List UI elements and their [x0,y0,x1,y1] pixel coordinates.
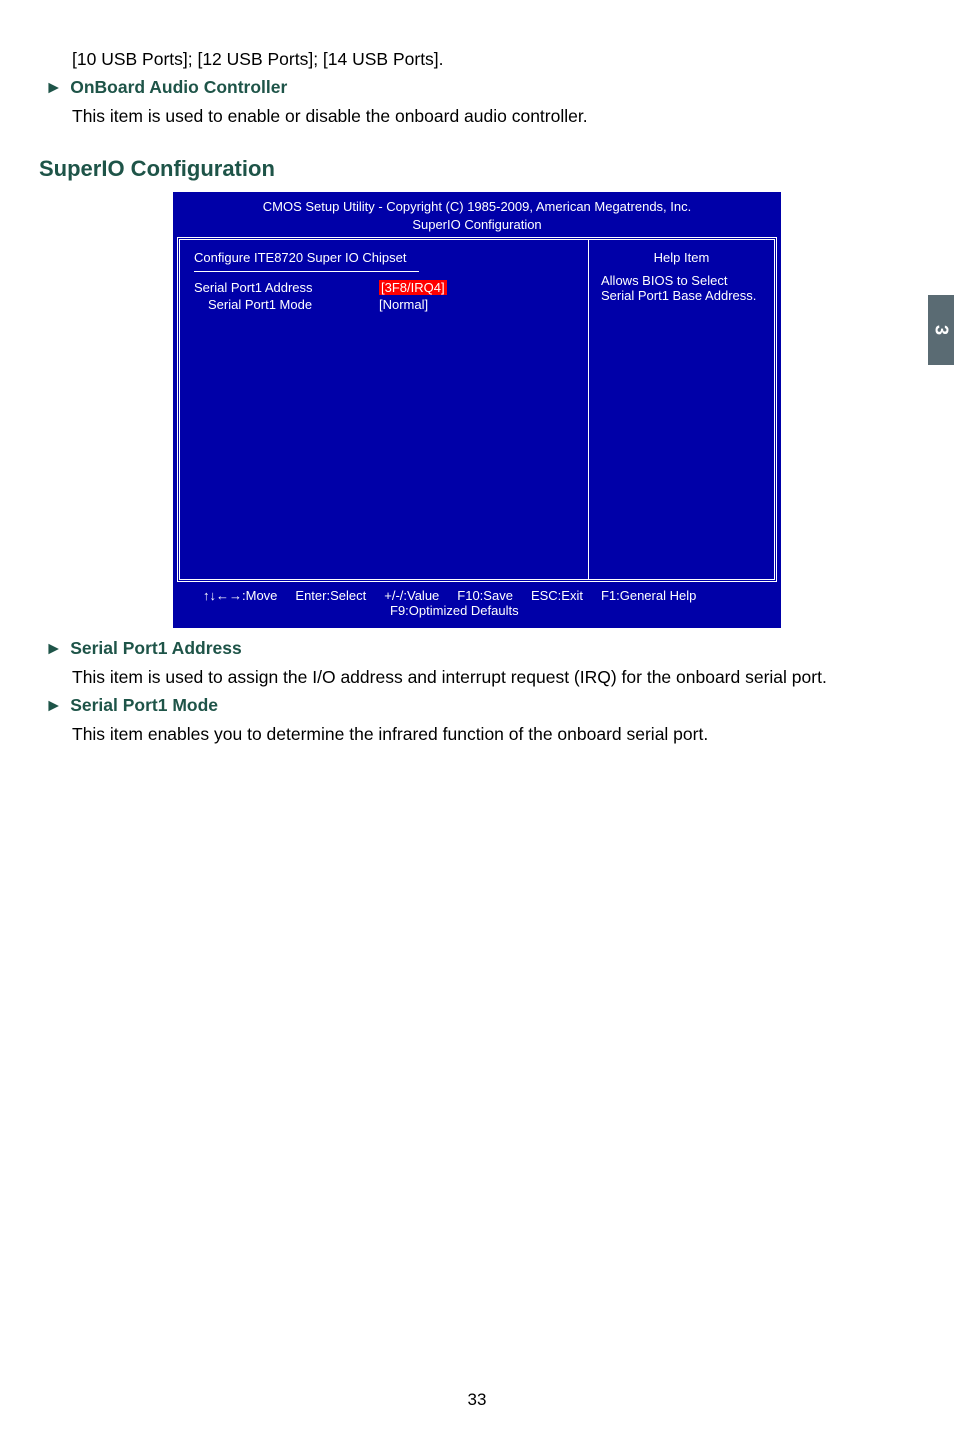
arrow-icon: ► [45,77,62,98]
bios-row-label: Serial Port1 Address [194,280,379,295]
bios-row-value: [3F8/IRQ4] [379,280,447,295]
page-number: 33 [0,1390,954,1410]
bios-header: CMOS Setup Utility - Copyright (C) 1985-… [173,192,781,237]
arrow-icon: ► [45,638,62,659]
item-onboard-audio: ► OnBoard Audio Controller [45,77,934,98]
bios-key-enter: Enter:Select [295,588,366,603]
chapter-tab: 3 [928,295,954,365]
item-serial-mode-title: Serial Port1 Mode [70,695,218,715]
bios-row-label: Serial Port1 Mode [194,297,379,312]
bios-left-panel: Configure ITE8720 Super IO Chipset Seria… [180,240,589,579]
bios-row-serial-mode[interactable]: Serial Port1 Mode [Normal] [194,297,574,312]
bios-screenshot: CMOS Setup Utility - Copyright (C) 1985-… [173,192,781,628]
bios-key-f10: F10:Save [457,588,513,603]
bios-key-f9: F9:Optimized Defaults [203,603,767,618]
bios-inner: Configure ITE8720 Super IO Chipset Seria… [177,237,777,582]
page-content: [10 USB Ports]; [12 USB Ports]; [14 USB … [0,0,954,748]
bios-row-serial-addr[interactable]: Serial Port1 Address [3F8/IRQ4] [194,280,574,295]
usb-ports-options: [10 USB Ports]; [12 USB Ports]; [14 USB … [72,45,934,73]
bios-key-esc: ESC:Exit [531,588,583,603]
bios-header-line2: SuperIO Configuration [173,216,781,234]
bios-footer: ↑↓←→:Move Enter:Select +/-/:Value F10:Sa… [173,582,781,628]
bios-key-value: +/-/:Value [384,588,439,603]
item-serial-mode: ► Serial Port1 Mode [45,695,934,716]
bios-key-move: ↑↓←→:Move [203,588,277,603]
bios-header-line1: CMOS Setup Utility - Copyright (C) 1985-… [173,198,781,216]
bios-help-header: Help Item [601,250,762,265]
bios-help-panel: Help Item Allows BIOS to Select Serial P… [589,240,774,579]
section-heading: SuperIO Configuration [39,156,934,182]
item-serial-mode-desc: This item enables you to determine the i… [72,720,934,748]
item-serial-addr-title: Serial Port1 Address [70,638,242,658]
bios-underline [194,271,419,272]
bios-config-title: Configure ITE8720 Super IO Chipset [194,250,574,265]
item-serial-addr-desc: This item is used to assign the I/O addr… [72,663,934,691]
bios-row-value: [Normal] [379,297,428,312]
item-serial-addr: ► Serial Port1 Address [45,638,934,659]
arrow-icon: ► [45,695,62,716]
item-onboard-audio-title: OnBoard Audio Controller [70,77,287,97]
bios-help-text: Allows BIOS to Select Serial Port1 Base … [601,273,762,303]
bios-key-f1: F1:General Help [601,588,696,603]
item-onboard-audio-desc: This item is used to enable or disable t… [72,102,934,130]
chapter-tab-label: 3 [931,325,952,335]
